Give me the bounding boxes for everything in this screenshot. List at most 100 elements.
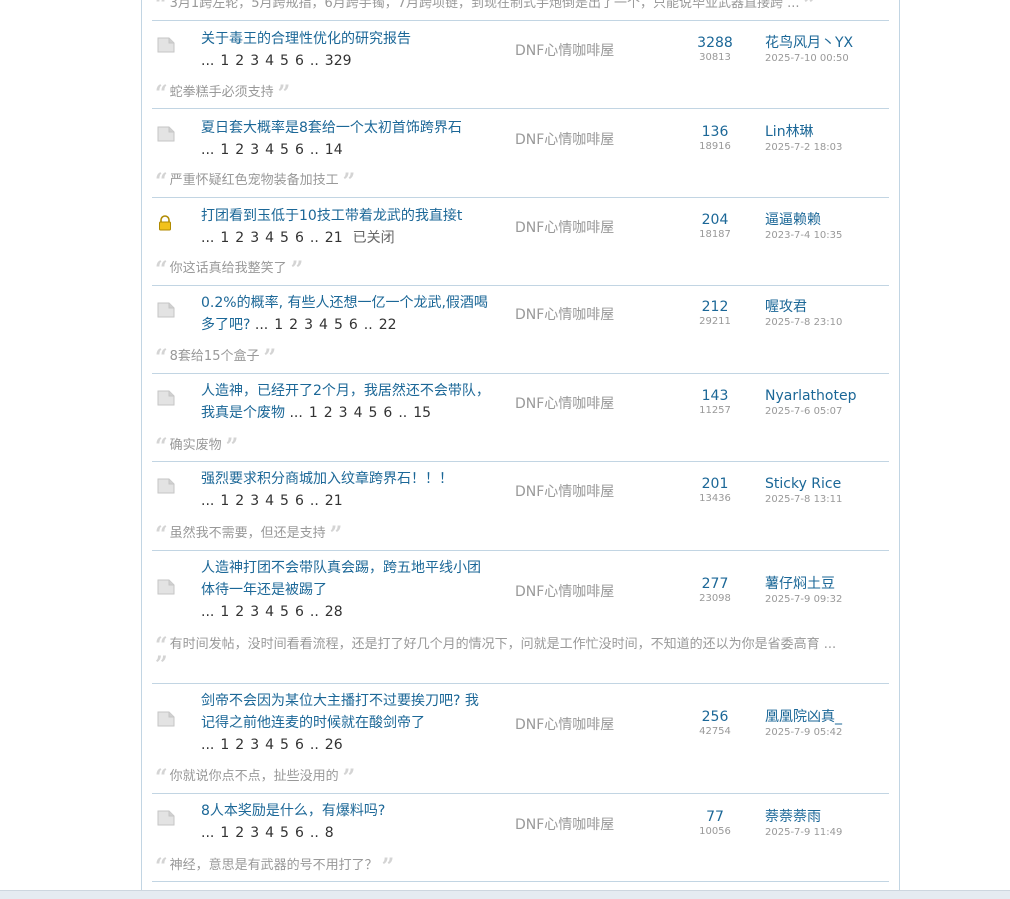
page-link[interactable]: ... [201, 230, 214, 246]
forum-link[interactable]: DNF心情咖啡屋 [515, 814, 614, 834]
page-link[interactable]: 6 [383, 405, 392, 421]
page-link[interactable]: 5 [280, 142, 289, 158]
page-link[interactable]: 3 [250, 142, 259, 158]
last-post-time[interactable]: 2025-7-10 00:50 [765, 52, 853, 66]
last-post-time[interactable]: 2025-7-9 09:32 [765, 593, 842, 607]
page-link[interactable]: ... [201, 493, 214, 509]
thread-title-link[interactable]: 剑帝不会因为某位大主播打不过要挨刀吧? 我 [201, 693, 479, 709]
page-link[interactable]: 5 [280, 737, 289, 753]
last-post-user[interactable]: 薯仔焖土豆 [765, 575, 842, 593]
page-link[interactable]: 21 [325, 230, 343, 246]
page-link[interactable]: 15 [413, 405, 431, 421]
page-link[interactable]: ... [201, 737, 214, 753]
reply-count[interactable]: 212 [690, 299, 740, 315]
page-link[interactable]: 3 [250, 604, 259, 620]
thread-title-link[interactable]: 打团看到玉低于10技工带着龙武的我直接t [201, 208, 462, 224]
last-post-time[interactable]: 2025-7-8 23:10 [765, 316, 842, 330]
last-post-time[interactable]: 2025-7-9 11:49 [765, 826, 842, 840]
page-link[interactable]: 1 [220, 493, 229, 509]
page-link[interactable]: 26 [325, 737, 343, 753]
page-link[interactable]: 22 [379, 317, 397, 333]
page-link[interactable]: 3 [250, 493, 259, 509]
page-link[interactable]: 4 [265, 53, 274, 69]
page-link[interactable]: .. [310, 142, 319, 158]
page-link[interactable]: 2 [235, 737, 244, 753]
page-link[interactable]: 3 [339, 405, 348, 421]
thread-title-link[interactable]: 夏日套大概率是8套给一个太初首饰跨界石 [201, 120, 462, 136]
last-post-user[interactable]: Sticky Rice [765, 475, 842, 493]
page-link[interactable]: .. [310, 230, 319, 246]
page-link[interactable]: 5 [280, 53, 289, 69]
thread-title-link-cont[interactable]: 多了吧? [201, 317, 250, 333]
page-link[interactable]: 14 [325, 142, 343, 158]
page-link[interactable]: 1 [220, 825, 229, 841]
page-link[interactable]: 4 [265, 230, 274, 246]
page-link[interactable]: 4 [265, 737, 274, 753]
page-link[interactable]: 6 [349, 317, 358, 333]
last-post-user[interactable]: 凰凰院凶真_ [765, 708, 842, 726]
forum-link[interactable]: DNF心情咖啡屋 [515, 393, 614, 413]
page-link[interactable]: 4 [265, 604, 274, 620]
page-link[interactable]: 1 [220, 230, 229, 246]
page-link[interactable]: 6 [295, 142, 304, 158]
forum-link[interactable]: DNF心情咖啡屋 [515, 129, 614, 149]
forum-link[interactable]: DNF心情咖啡屋 [515, 481, 614, 501]
thread-title-link[interactable]: 关于毒王的合理性优化的研究报告 [201, 31, 411, 47]
page-link[interactable]: ... [201, 142, 214, 158]
thread-title-link[interactable]: 人造神，已经开了2个月，我居然还不会带队， [201, 383, 490, 399]
page-link[interactable]: 2 [235, 493, 244, 509]
page-link[interactable]: 1 [220, 604, 229, 620]
last-post-time[interactable]: 2025-7-9 05:42 [765, 726, 842, 740]
thread-title-link[interactable]: 人造神打团不会带队真会踢，跨五地平线小团 [201, 560, 481, 576]
page-link[interactable]: 5 [369, 405, 378, 421]
page-link[interactable]: 6 [295, 737, 304, 753]
page-link[interactable]: 28 [325, 604, 343, 620]
page-link[interactable]: 2 [235, 142, 244, 158]
thread-title-link[interactable]: 强烈要求积分商城加入纹章跨界石！！！ [201, 471, 453, 487]
last-post-time[interactable]: 2025-7-2 18:03 [765, 141, 842, 155]
page-link[interactable]: 4 [265, 142, 274, 158]
page-link[interactable]: .. [310, 53, 319, 69]
last-post-user[interactable]: 逼逼赖赖 [765, 211, 842, 229]
forum-link[interactable]: DNF心情咖啡屋 [515, 304, 614, 324]
page-link[interactable]: 1 [220, 737, 229, 753]
thread-title-link-cont[interactable]: 记得之前他连麦的时候就在酸剑帝了 [201, 715, 425, 731]
page-link[interactable]: 5 [334, 317, 343, 333]
reply-count[interactable]: 201 [690, 476, 740, 492]
page-link[interactable]: 5 [280, 493, 289, 509]
page-link[interactable]: 3 [250, 53, 259, 69]
last-post-user[interactable]: 喔攻君 [765, 298, 842, 316]
last-post-user[interactable]: 萘萘萘雨 [765, 808, 842, 826]
page-link[interactable]: 2 [324, 405, 333, 421]
page-link[interactable]: 5 [280, 825, 289, 841]
page-link[interactable]: .. [310, 493, 319, 509]
page-link[interactable]: 4 [265, 825, 274, 841]
last-post-user[interactable]: 花鸟风月丶YX [765, 34, 853, 52]
page-link[interactable]: 5 [280, 230, 289, 246]
page-link[interactable]: 329 [325, 53, 352, 69]
page-link[interactable]: 4 [265, 493, 274, 509]
page-link[interactable]: 2 [235, 825, 244, 841]
page-link[interactable]: ... [255, 317, 268, 333]
thread-title-link-cont[interactable]: 体待一年还是被踢了 [201, 582, 327, 598]
reply-count[interactable]: 77 [690, 809, 740, 825]
page-link[interactable]: 1 [309, 405, 318, 421]
thread-title-link[interactable]: 8人本奖励是什么，有爆料吗? [201, 803, 385, 819]
last-post-time[interactable]: 2025-7-8 13:11 [765, 493, 842, 507]
reply-count[interactable]: 256 [690, 709, 740, 725]
page-link[interactable]: 3 [250, 737, 259, 753]
page-link[interactable]: 5 [280, 604, 289, 620]
forum-link[interactable]: DNF心情咖啡屋 [515, 581, 614, 601]
page-link[interactable]: 4 [354, 405, 363, 421]
page-link[interactable]: 6 [295, 53, 304, 69]
reply-count[interactable]: 204 [690, 212, 740, 228]
last-post-time[interactable]: 2023-7-4 10:35 [765, 229, 842, 243]
page-link[interactable]: 3 [250, 230, 259, 246]
page-link[interactable]: 4 [319, 317, 328, 333]
page-link[interactable]: 3 [250, 825, 259, 841]
thread-title-link-cont[interactable]: 我真是个废物 [201, 405, 285, 421]
reply-count[interactable]: 143 [690, 388, 740, 404]
page-link[interactable]: 21 [325, 493, 343, 509]
page-link[interactable]: .. [364, 317, 373, 333]
reply-count[interactable]: 277 [690, 576, 740, 592]
